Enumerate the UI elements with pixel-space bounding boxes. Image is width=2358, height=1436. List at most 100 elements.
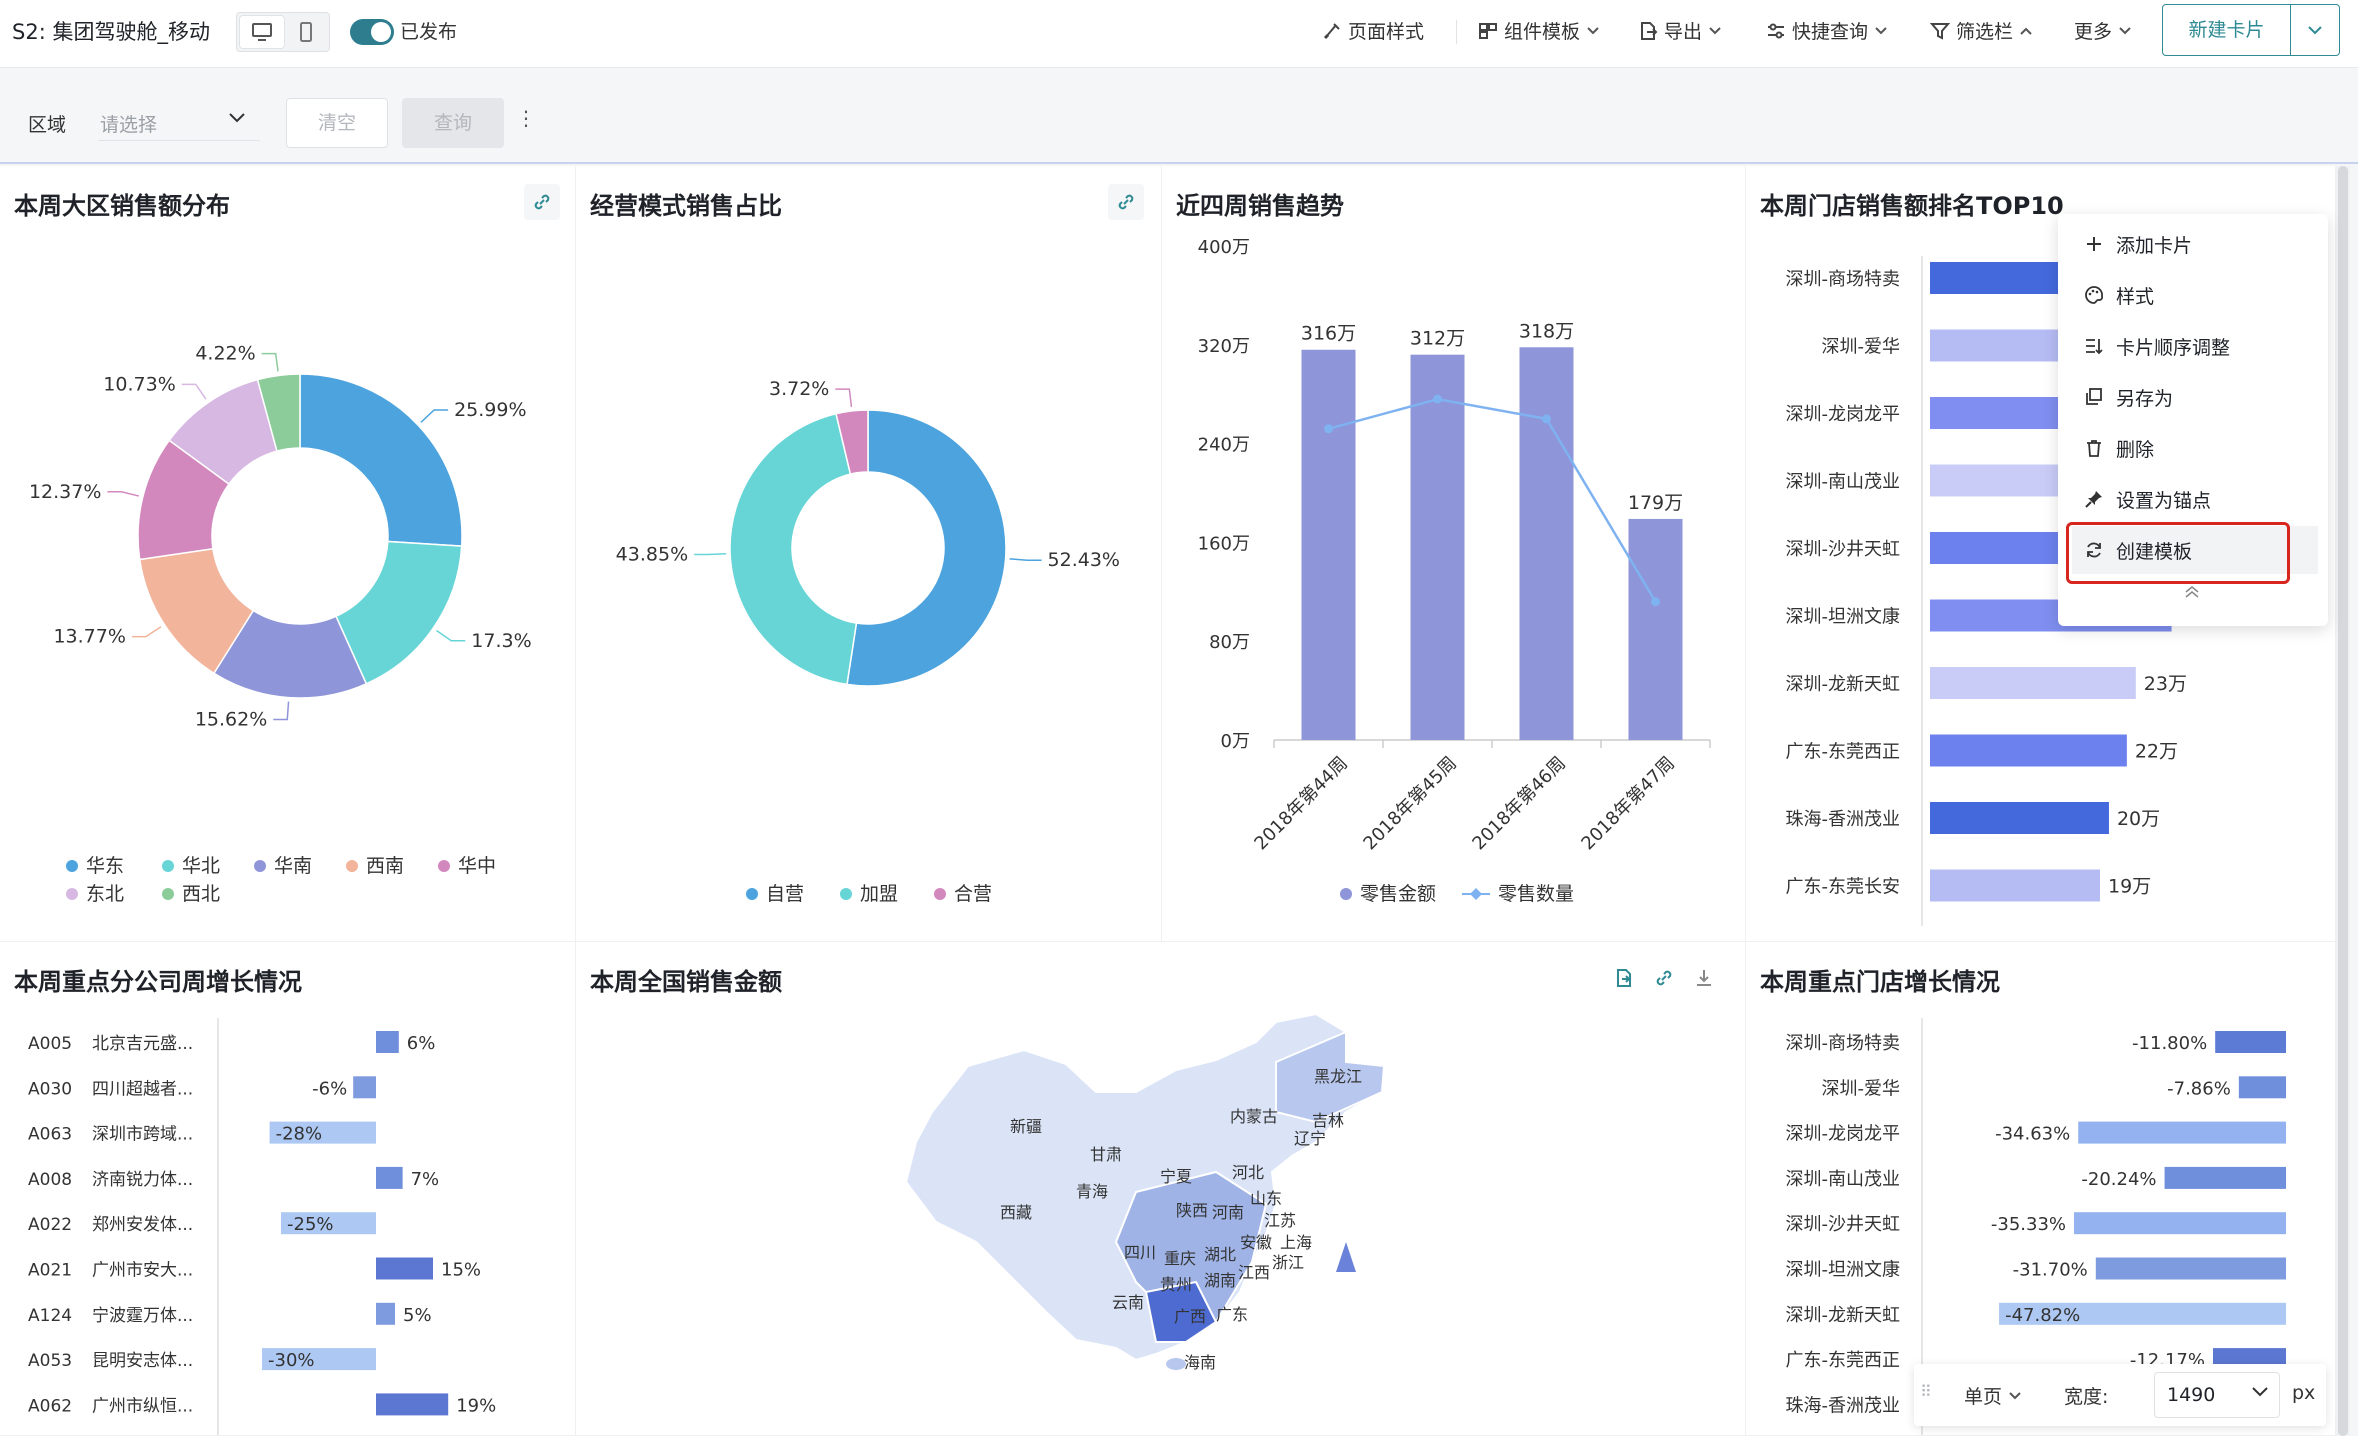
page-mode-select[interactable]: 单页 — [1964, 1382, 2022, 1409]
pie-data-label: 52.43% — [1048, 549, 1120, 571]
bar-data-label: 312万 — [1410, 328, 1465, 350]
menu-add-card[interactable]: 添加卡片 — [2072, 220, 2318, 268]
legend-label: 华中 — [458, 855, 496, 877]
card-national-sales[interactable]: 本周全国销售金额 新疆 西藏 青海 甘肃 内蒙古 黑龙江 吉林 辽宁 宁夏 河北 山东 陕西 河南 江苏四… — [576, 942, 1746, 1436]
card-store-growth[interactable]: 本周重点门店增长情况 深圳-商场特卖 -11.80% 深圳-爱华 -7.86% 深圳-龙… — [1746, 942, 2336, 1436]
y-tick-label: 深圳-沙井天虹 — [1786, 539, 1901, 560]
published-label: 已发布 — [400, 21, 458, 43]
menu-reorder[interactable]: 卡片顺序调整 — [2072, 322, 2318, 370]
y-tick-label: 昆明安志体... — [92, 1351, 193, 1371]
filter-bar-button[interactable]: 筛选栏 — [1930, 17, 2033, 44]
component-template-button[interactable]: 组件模板 — [1478, 17, 1600, 44]
pie-label-line — [181, 383, 207, 400]
pie-label-line — [420, 409, 449, 423]
bar-data-label: 19% — [456, 1395, 496, 1416]
more-button[interactable]: 更多 — [2074, 17, 2132, 44]
bar — [1410, 354, 1465, 740]
bar-data-label: 318万 — [1519, 320, 1574, 342]
pie-label-line — [835, 388, 853, 408]
legend-label: 华东 — [86, 855, 124, 877]
y-tick-label: 广东-东莞长安 — [1786, 877, 1901, 898]
bar-data-label: 7% — [411, 1169, 440, 1190]
y-tick-label: 四川超越者... — [92, 1079, 193, 1099]
y-tick-code: A021 — [28, 1261, 72, 1281]
bar-data-label: 179万 — [1628, 492, 1683, 514]
chevron-down-icon — [1709, 26, 1721, 34]
quick-query-button[interactable]: 快捷查询 — [1766, 17, 1888, 44]
y-tick-label: 深圳-商场特卖 — [1786, 1033, 1901, 1054]
region-select[interactable]: 请选择 — [98, 101, 260, 141]
card-region-share[interactable]: 本周大区销售额分布 25.99% 17.3% 15.62% 13.77% 12.37% 1… — [0, 166, 576, 942]
drag-handle-icon[interactable]: ⠿ — [1920, 1382, 1932, 1401]
y-tick-code: A062 — [28, 1396, 72, 1416]
bar-data-label: -30% — [268, 1350, 315, 1371]
collapse-up-icon[interactable] — [2182, 584, 2202, 600]
card-mode-share[interactable]: 经营模式销售占比 52.43% 43.85% 3.72% 自营 加盟 合营 — [576, 166, 1162, 942]
trash-icon — [2087, 440, 2101, 457]
legend-label: 华南 — [274, 855, 312, 877]
bar-data-label: -20.24% — [2081, 1169, 2156, 1190]
y-tick-label: 深圳-龙岗龙平 — [1786, 404, 1901, 425]
y-tick-label: 320万 — [1198, 336, 1250, 357]
bar-data-label: 22万 — [2135, 741, 2178, 763]
x-tick-label: 2018年第45周 — [1359, 753, 1461, 855]
menu-delete[interactable]: 删除 — [2072, 424, 2318, 472]
map-region-label: 江西 — [1238, 1263, 1270, 1282]
chevron-down-icon — [229, 113, 245, 123]
width-select[interactable]: 1490 — [2154, 1372, 2280, 1418]
bar-data-label: -7.86% — [2167, 1078, 2231, 1099]
line-point — [1433, 394, 1442, 404]
menu-set-anchor[interactable]: 设置为锚点 — [2072, 475, 2318, 523]
map-region-label: 湖北 — [1204, 1245, 1236, 1264]
chevron-down-icon — [2119, 26, 2131, 34]
pie-data-label: 4.22% — [195, 343, 255, 365]
card-branch-growth[interactable]: 本周重点分公司周增长情况 A005 北京吉元盛... 6% A030 四川超越者... -… — [0, 942, 576, 1436]
page-scrollbar-thumb[interactable] — [2338, 166, 2348, 1436]
line-point — [1324, 424, 1333, 434]
map-region-label: 辽宁 — [1294, 1129, 1326, 1148]
y-tick-label: 深圳市跨域... — [92, 1125, 193, 1145]
y-tick-label: 济南锐力体... — [92, 1170, 193, 1190]
highlight-frame — [2066, 522, 2290, 584]
page-style-button[interactable]: 页面样式 — [1322, 17, 1424, 44]
filter-icon — [1930, 22, 1950, 40]
publish-toggle[interactable] — [350, 19, 394, 45]
mobile-view-button[interactable] — [284, 16, 328, 48]
export-button[interactable]: 导出 — [1638, 17, 1722, 44]
map-region-label: 上海 — [1280, 1233, 1312, 1252]
pie-label-line — [273, 701, 290, 721]
legend-dot — [66, 888, 78, 900]
bar-data-label: 6% — [407, 1033, 436, 1054]
y-tick-label: 160万 — [1198, 533, 1250, 554]
pie-label-line — [694, 553, 727, 556]
width-value: 1490 — [2167, 1384, 2216, 1406]
legend-label: 零售金额 — [1360, 883, 1436, 905]
new-card-dropdown[interactable] — [2291, 5, 2339, 55]
bar — [1930, 667, 2136, 699]
query-button[interactable]: 查询 — [402, 98, 504, 148]
y-tick-code: A053 — [28, 1351, 72, 1371]
top-toolbar: S2: 集团驾驶舱_移动 已发布 页面样式 组件模板 导出 快捷查询 筛选栏 更… — [0, 0, 2358, 68]
y-tick-label: 深圳-龙岗龙平 — [1786, 1124, 1901, 1145]
map-region-label: 四川 — [1124, 1243, 1156, 1262]
map-region-label: 广东 — [1216, 1305, 1248, 1324]
sort-icon — [2086, 339, 2103, 355]
export-icon — [1641, 21, 1658, 40]
branch-growth-bar-chart: A005 北京吉元盛... 6% A030 四川超越者... -6% A063 深圳市跨域..… — [28, 1018, 496, 1435]
new-card-button[interactable]: 新建卡片 — [2163, 5, 2291, 55]
card-trend[interactable]: 近四周销售趋势 0万 80万 160万 240万 320万 400万 316万 2018年第4… — [1162, 166, 1746, 942]
pin-icon — [2085, 491, 2102, 508]
bar — [1930, 802, 2109, 834]
map-region-label: 黑龙江 — [1314, 1067, 1362, 1086]
filter-more-icon[interactable]: ⋮ — [516, 106, 536, 130]
pie-data-label: 15.62% — [195, 709, 267, 731]
menu-save-as[interactable]: 另存为 — [2072, 373, 2318, 421]
filter-bar: 区域 请选择 清空 查询 ⋮ — [0, 68, 2358, 164]
menu-style[interactable]: 样式 — [2072, 271, 2318, 319]
legend-dot — [934, 888, 946, 900]
clear-button[interactable]: 清空 — [286, 98, 388, 148]
pie-label-line — [261, 352, 279, 372]
legend-label: 零售数量 — [1498, 883, 1574, 905]
y-tick-label: 深圳-龙新天虹 — [1786, 674, 1901, 695]
desktop-view-button[interactable] — [240, 16, 284, 48]
